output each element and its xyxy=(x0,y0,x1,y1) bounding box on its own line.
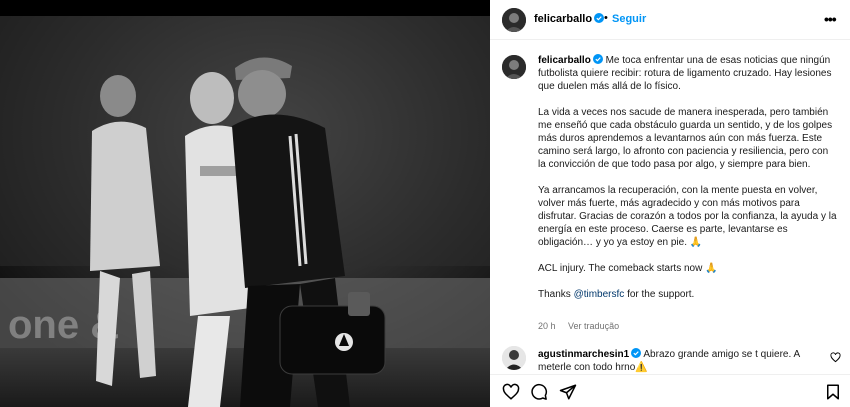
mention-link[interactable]: @timbersfc xyxy=(574,289,625,300)
thanks-prefix: Thanks xyxy=(538,289,574,300)
caption-username[interactable]: felicarballo xyxy=(538,55,591,66)
post-actions-bar xyxy=(490,374,850,407)
bookmark-icon[interactable] xyxy=(824,383,842,401)
avatar[interactable] xyxy=(502,8,526,32)
caption-avatar[interactable] xyxy=(502,55,526,79)
translate-link[interactable]: Ver tradução xyxy=(568,321,619,331)
header-username-row: felicarballo xyxy=(534,13,605,25)
heart-icon[interactable] xyxy=(502,383,520,401)
verified-badge-icon xyxy=(592,54,603,64)
caption-paragraph: Ya arrancamos la recuperación, con la me… xyxy=(538,185,837,248)
comment-like-heart-icon[interactable] xyxy=(830,352,841,363)
caption-paragraph: La vida a veces nos sacude de manera ine… xyxy=(538,107,833,170)
comment-username[interactable]: agustinmarchesin1 xyxy=(538,349,629,360)
instagram-post-view: one & felicarballo • Seguir ••• felicarb… xyxy=(0,0,850,407)
header-username[interactable]: felicarballo xyxy=(534,13,592,25)
caption-paragraph: ACL injury. The comeback starts now 🙏 xyxy=(538,263,718,274)
comment-text-block: agustinmarchesin1 Abrazo grande amigo se… xyxy=(538,348,818,374)
post-photo[interactable]: one & xyxy=(0,16,490,407)
avatar-photo xyxy=(502,346,526,370)
header-separator: • xyxy=(604,12,608,24)
paper-plane-icon[interactable] xyxy=(559,383,577,401)
avatar-photo xyxy=(502,55,526,79)
comment-avatar[interactable] xyxy=(502,346,526,370)
follow-button[interactable]: Seguir xyxy=(612,13,646,25)
post-caption: felicarballo Me toca enfrentar una de es… xyxy=(538,54,838,314)
caption-section: felicarballo Me toca enfrentar una de es… xyxy=(490,41,850,331)
post-header: felicarballo • Seguir ••• xyxy=(490,0,850,40)
thanks-suffix: for the support. xyxy=(624,289,695,300)
caption-paragraph: Thanks @timbersfc for the support. xyxy=(538,288,838,301)
caption-paragraph: felicarballo Me toca enfrentar una de es… xyxy=(538,54,838,93)
post-timestamp: 20 h xyxy=(538,321,556,331)
comment-bubble-icon[interactable] xyxy=(530,383,548,401)
post-media: one & xyxy=(0,0,490,407)
more-options-icon[interactable]: ••• xyxy=(824,11,837,27)
verified-badge-icon xyxy=(594,13,605,23)
avatar-photo xyxy=(502,8,526,32)
post-side-panel: felicarballo • Seguir ••• felicarballo M… xyxy=(490,0,850,407)
media-top-bar xyxy=(0,0,490,16)
caption-meta: 20 h Ver tradução xyxy=(538,321,629,331)
comment-item: agustinmarchesin1 Abrazo grande amigo se… xyxy=(490,344,850,374)
verified-badge-icon xyxy=(631,348,642,358)
